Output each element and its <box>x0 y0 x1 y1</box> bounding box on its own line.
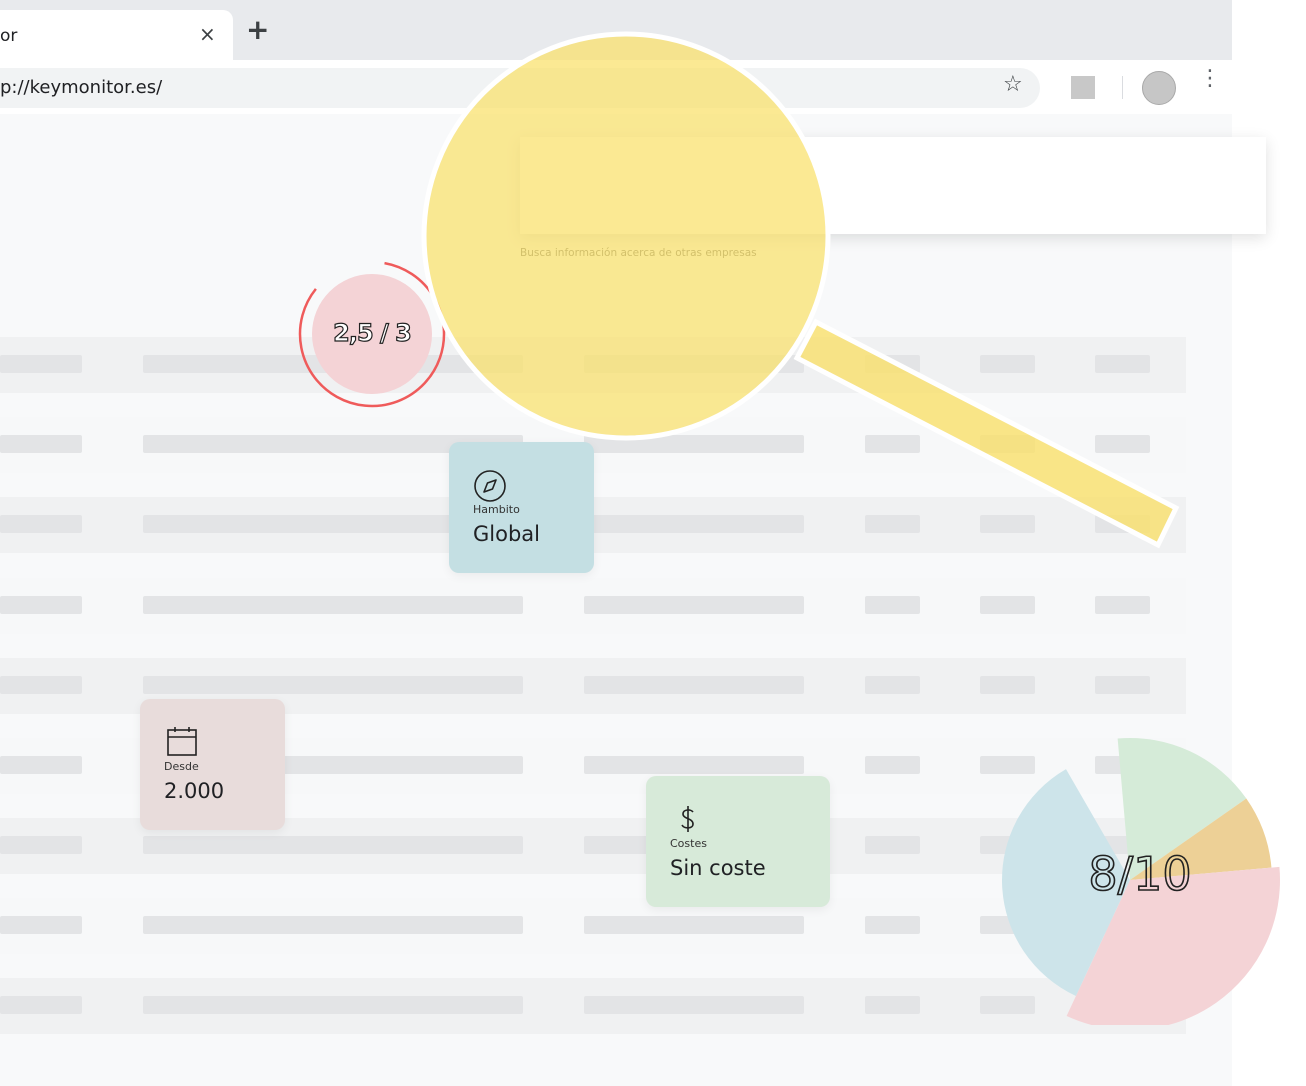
close-icon[interactable]: × <box>199 22 216 46</box>
placeholder-cell <box>980 515 1035 533</box>
profile-avatar[interactable] <box>1142 71 1176 105</box>
scope-card: Hambito Global <box>449 442 594 573</box>
placeholder-cell <box>584 435 804 453</box>
browser-toolbar: p://keymonitor.es/ <box>0 60 1232 114</box>
table-row <box>0 578 1186 634</box>
placeholder-cell <box>584 756 804 774</box>
menu-dots-icon[interactable]: ⋮ <box>1199 68 1221 90</box>
placeholder-cell <box>865 435 920 453</box>
placeholder-cell <box>584 355 804 373</box>
placeholder-cell <box>0 435 82 453</box>
placeholder-cell <box>143 836 523 854</box>
bookmark-star-icon[interactable]: ☆ <box>1003 72 1023 97</box>
browser-tab[interactable]: or × <box>0 10 233 60</box>
placeholder-cell <box>0 996 82 1014</box>
placeholder-cell <box>0 836 82 854</box>
tab-strip: or × + <box>0 0 1232 60</box>
placeholder-cell <box>865 916 920 934</box>
search-input[interactable] <box>520 137 1266 234</box>
placeholder-cell <box>865 756 920 774</box>
search-hint: Busca información acerca de otras empres… <box>520 247 757 259</box>
placeholder-cell <box>980 676 1035 694</box>
placeholder-cell <box>980 355 1035 373</box>
scope-value: Global <box>473 522 540 546</box>
compass-icon <box>474 470 506 502</box>
url-text: p://keymonitor.es/ <box>0 77 163 98</box>
placeholder-cell <box>865 836 920 854</box>
calendar-icon <box>167 727 197 756</box>
placeholder-cell <box>143 596 523 614</box>
placeholder-cell <box>143 676 523 694</box>
costs-value: Sin coste <box>670 856 766 880</box>
placeholder-cell <box>865 355 920 373</box>
since-label: Desde <box>164 760 199 773</box>
placeholder-cell <box>584 596 804 614</box>
rating-badge-text: 2,5 / 3 <box>333 319 411 347</box>
tab-title: or <box>0 26 18 46</box>
placeholder-cell <box>584 676 804 694</box>
address-bar[interactable]: p://keymonitor.es/ <box>0 68 1040 108</box>
extension-icon[interactable] <box>1071 76 1095 99</box>
placeholder-cell <box>865 515 920 533</box>
since-value: 2.000 <box>164 779 225 803</box>
placeholder-cell <box>980 435 1035 453</box>
placeholder-cell <box>584 996 804 1014</box>
new-tab-button[interactable]: + <box>246 16 269 44</box>
placeholder-cell <box>0 676 82 694</box>
dollar-icon <box>681 806 694 832</box>
placeholder-cell <box>143 996 523 1014</box>
placeholder-cell <box>0 596 82 614</box>
placeholder-cell <box>0 355 82 373</box>
placeholder-cell <box>1095 435 1150 453</box>
placeholder-cell <box>1095 596 1150 614</box>
since-card: Desde 2.000 <box>140 699 285 830</box>
table-row <box>0 337 1186 393</box>
placeholder-cell <box>0 515 82 533</box>
placeholder-cell <box>980 596 1035 614</box>
placeholder-cell <box>584 916 804 934</box>
toolbar-divider <box>1122 76 1123 99</box>
placeholder-cell <box>1095 355 1150 373</box>
placeholder-cell <box>865 996 920 1014</box>
costs-card: Costes Sin coste <box>646 776 830 907</box>
placeholder-cell <box>584 515 804 533</box>
scope-label: Hambito <box>473 503 520 516</box>
placeholder-cell <box>0 756 82 774</box>
score-pie: 8/10 <box>1002 738 1280 1025</box>
placeholder-cell <box>1095 515 1150 533</box>
placeholder-cell <box>1095 676 1150 694</box>
placeholder-cell <box>865 596 920 614</box>
placeholder-cell <box>865 676 920 694</box>
rating-badge: 2,5 / 3 <box>298 261 446 408</box>
costs-label: Costes <box>670 837 707 850</box>
placeholder-cell <box>0 916 82 934</box>
score-text: 8/10 <box>1088 847 1191 901</box>
placeholder-cell <box>143 916 523 934</box>
